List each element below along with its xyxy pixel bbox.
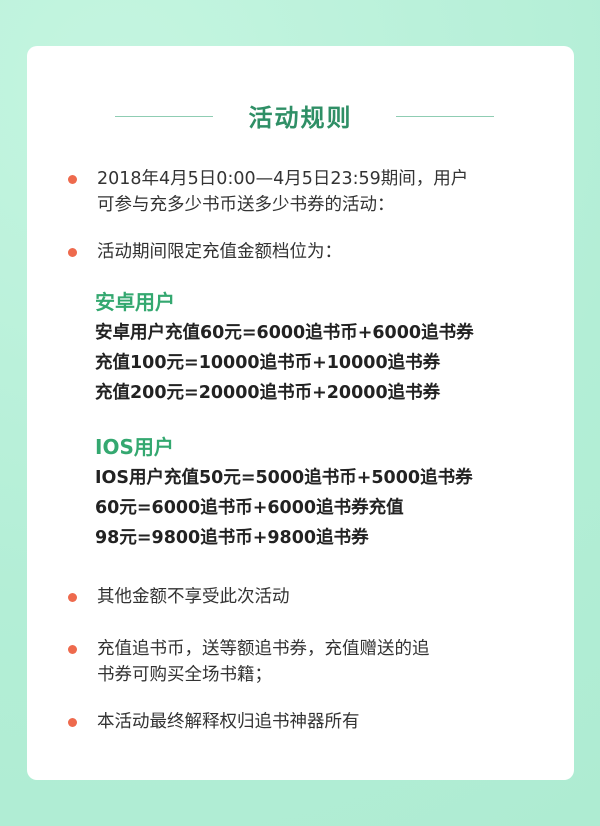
tier-line: 60元=6000追书币+6000追书券充值 bbox=[95, 498, 404, 518]
rule-4-line-2: 书券可购买全场书籍； bbox=[97, 665, 272, 685]
tier-line: 充值100元=10000追书币+10000追书券 bbox=[95, 353, 441, 373]
tier-line: 安卓用户充值60元=6000追书币+6000追书券 bbox=[95, 323, 474, 343]
rule-item-5: 本活动最终解释权归追书神器所有 bbox=[68, 709, 524, 735]
rule-item-3: 其他金额不享受此次活动 bbox=[68, 584, 524, 610]
bullet-dot-icon bbox=[68, 645, 77, 654]
bullet-dot-icon bbox=[68, 175, 77, 184]
rule-item-2: 活动期间限定充值金额档位为： bbox=[68, 239, 524, 265]
tier-line: 充值200元=20000追书币+20000追书券 bbox=[95, 383, 441, 403]
ios-tiers: IOS用户充值50元=5000追书币+5000追书券 60元=6000追书币+6… bbox=[95, 463, 473, 553]
android-heading: 安卓用户 bbox=[95, 290, 175, 314]
rule-1-line-2: 可参与充多少书币送多少书券的活动： bbox=[97, 195, 395, 215]
ios-heading: IOS用户 bbox=[95, 435, 174, 459]
android-tiers: 安卓用户充值60元=6000追书币+6000追书券 充值100元=10000追书… bbox=[95, 318, 474, 408]
rule-5-text: 本活动最终解释权归追书神器所有 bbox=[97, 712, 360, 732]
rules-card: 活动规则 2018年4月5日0:00—4月5日23:59期间，用户 可参与充多少… bbox=[27, 46, 574, 780]
tier-line: 98元=9800追书币+9800追书券 bbox=[95, 528, 369, 548]
rule-4-line-1: 充值追书币，送等额追书券，充值赠送的追 bbox=[97, 639, 430, 659]
bullet-dot-icon bbox=[68, 718, 77, 727]
rule-2-text: 活动期间限定充值金额档位为： bbox=[97, 242, 342, 262]
rule-1-line-1: 2018年4月5日0:00—4月5日23:59期间，用户 bbox=[97, 169, 469, 189]
rule-3-text: 其他金额不享受此次活动 bbox=[97, 587, 290, 607]
rule-item-4: 充值追书币，送等额追书券，充值赠送的追 书券可购买全场书籍； bbox=[68, 636, 524, 688]
title-divider-right bbox=[396, 116, 494, 117]
bullet-dot-icon bbox=[68, 248, 77, 257]
tier-line: IOS用户充值50元=5000追书币+5000追书券 bbox=[95, 468, 473, 488]
bullet-dot-icon bbox=[68, 593, 77, 602]
title-row: 活动规则 bbox=[27, 98, 574, 134]
rule-item-1: 2018年4月5日0:00—4月5日23:59期间，用户 可参与充多少书币送多少… bbox=[68, 166, 524, 218]
